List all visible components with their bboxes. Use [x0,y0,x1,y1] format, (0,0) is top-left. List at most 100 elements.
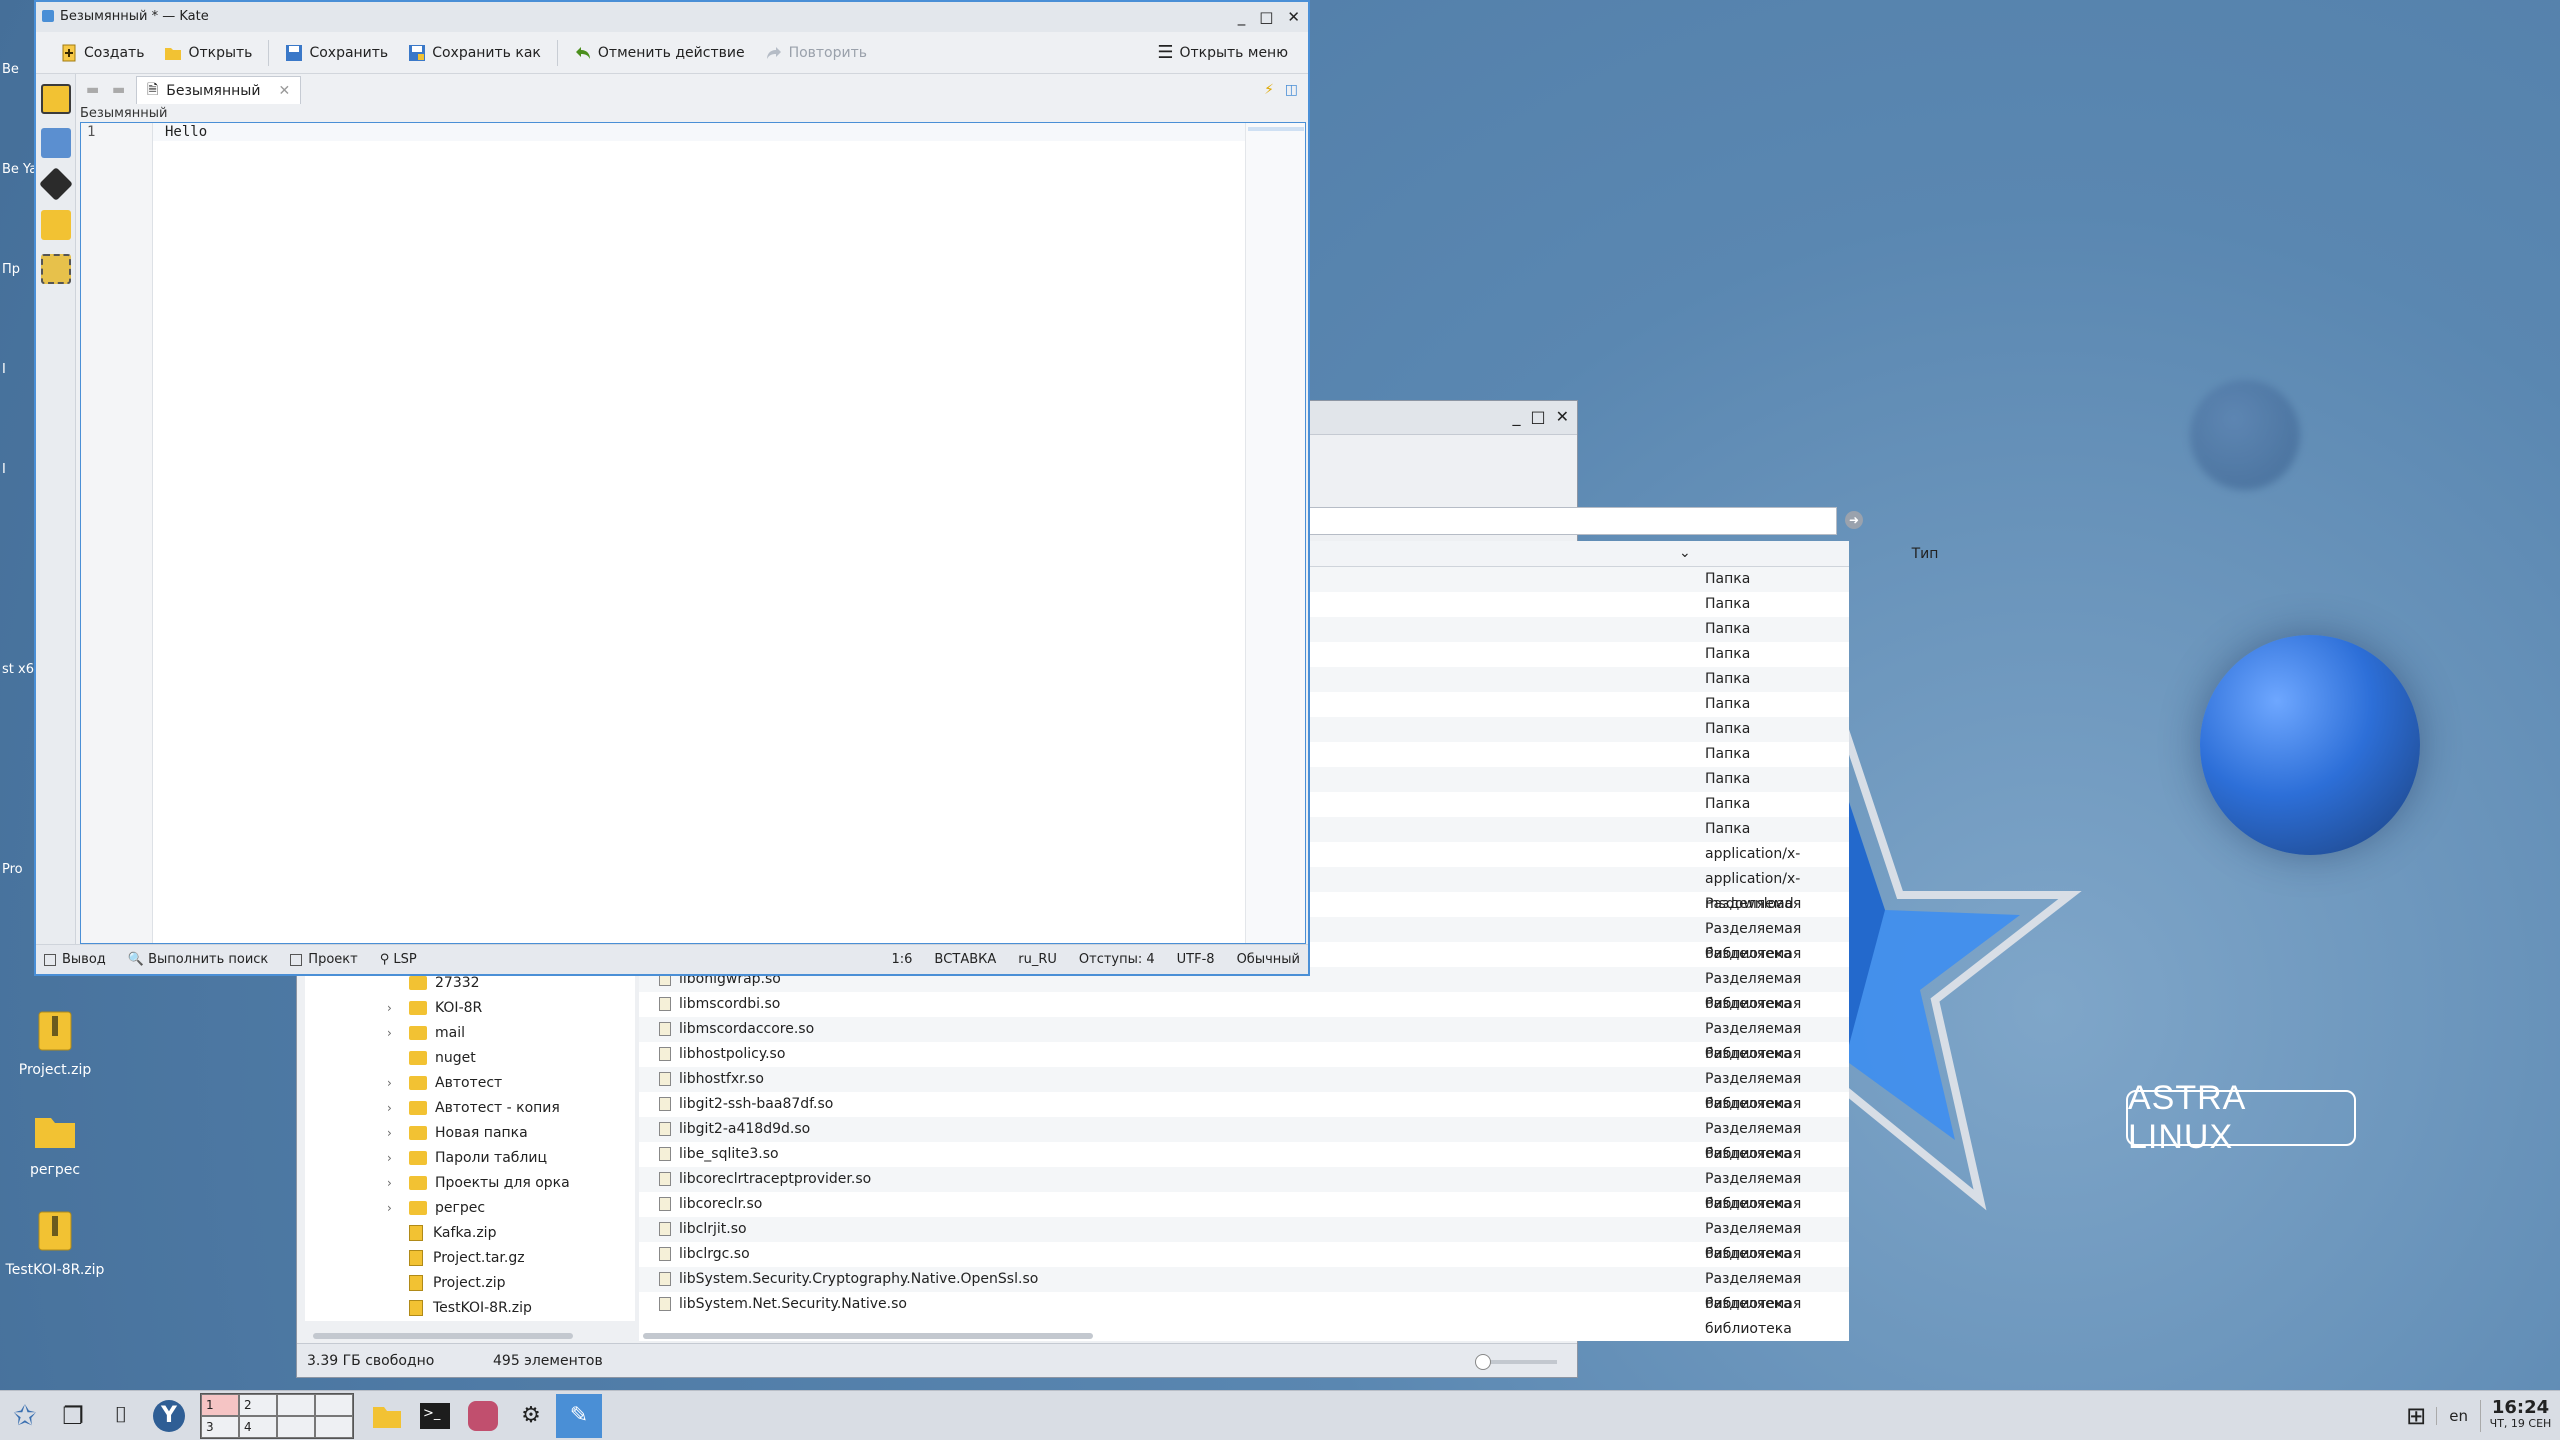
close-tab-icon[interactable]: ✕ [278,83,290,99]
tree-item[interactable]: › Новая папка [305,1121,635,1146]
maximize-icon[interactable]: □ [1530,407,1545,426]
tree-item[interactable]: › регрес [305,1196,635,1221]
editor-text-area[interactable]: 1 Hello [80,122,1306,944]
screenshot-button[interactable]: ⌷ [98,1394,144,1438]
workspace-empty[interactable] [277,1415,315,1438]
folder-tree[interactable]: 27332 › KOI-8R › mail nuget › Автотест › Автотест… [305,971,635,1321]
encoding-setting[interactable]: UTF-8 [1177,945,1215,975]
table-row[interactable]: libclrjit.so Разделяемая библиотека [639,1217,1849,1262]
save-button[interactable]: Сохранить [275,37,398,69]
tree-item[interactable]: › Автотест [305,1071,635,1096]
desktop-icon-project-zip[interactable]: Project.zip [0,1008,110,1078]
git-icon[interactable] [38,167,73,201]
workspace-empty[interactable] [277,1393,315,1416]
chevron-right-icon[interactable]: › [387,1146,392,1171]
close-icon[interactable]: ✕ [1556,407,1569,426]
code-line[interactable]: Hello [165,124,207,140]
tree-item[interactable]: › Пароли таблиц [305,1146,635,1171]
file-manager-taskbar-button[interactable] [364,1394,410,1438]
open-menu-button[interactable]: ☰ Открыть меню [1147,37,1298,69]
tools-icon[interactable] [40,254,71,284]
kate-titlebar[interactable]: Безымянный * — Kate _ □ ✕ [36,2,1308,32]
tree-item[interactable]: nuget [305,1046,635,1071]
table-row[interactable]: libgit2-a418d9d.so Разделяемая библиотека [639,1117,1849,1162]
table-row[interactable]: libmscordaccore.so Разделяемая библиотека [639,1017,1849,1062]
tree-item[interactable]: › KOI-8R [305,996,635,1021]
table-row[interactable]: libcoreclr.soРазделяемая библиотека [639,1192,1849,1237]
chevron-right-icon[interactable]: › [387,1021,392,1046]
chevron-right-icon[interactable]: › [387,996,392,1021]
undo-button[interactable]: Отменить действие [564,37,755,69]
terminal-taskbar-button[interactable]: >_ [412,1394,458,1438]
maximize-icon[interactable]: □ [1259,2,1273,32]
table-row[interactable]: libclrgc.soРазделяемая библиотека [639,1242,1849,1287]
workspace-pager[interactable]: 1 2 3 4 [200,1392,354,1439]
zoom-slider[interactable] [1475,1354,1557,1370]
tree-item[interactable]: Kafka.zip [305,1221,635,1246]
start-menu-button[interactable]: ✩ [2,1394,48,1438]
tree-item[interactable]: Project.zip [305,1271,635,1296]
workspace-4[interactable]: 4 [239,1415,277,1438]
tree-item[interactable]: TestKOI-8R.zip [305,1296,635,1321]
apps-grid-icon[interactable]: ⊞ [2396,1402,2436,1430]
save-as-button[interactable]: Сохранить как [398,37,551,69]
split-view-icon[interactable]: ◫ [1285,82,1298,98]
quick-open-icon[interactable]: ⚡ [1264,82,1274,98]
column-header-type[interactable]: Тип [1775,546,2075,562]
tab-scroll-left-icon[interactable]: ▬ [86,82,99,98]
minimize-icon[interactable]: _ [1238,2,1246,32]
tab-untitled[interactable]: 🗎 Безымянный ✕ [136,76,302,104]
documents-icon[interactable] [40,84,71,114]
project-button[interactable]: Проект [290,945,358,975]
cursor-position[interactable]: 1:6 [891,945,912,975]
minimize-icon[interactable]: _ [1512,407,1520,426]
new-button[interactable]: Создать [50,37,154,69]
tree-item[interactable]: › mail [305,1021,635,1046]
desktop-icon-regres[interactable]: регрес [0,1108,110,1178]
chevron-right-icon[interactable]: › [387,1096,392,1121]
output-button[interactable]: Вывод [44,945,106,975]
tab-scroll-right-icon[interactable]: ▬ [112,82,125,98]
input-mode[interactable]: ВСТАВКА [934,945,996,975]
filesystem-browser-icon[interactable] [40,210,71,240]
table-row[interactable]: libmscordbi.soРазделяемая библиотека [639,992,1849,1037]
media-taskbar-button[interactable] [460,1394,506,1438]
tree-horizontal-scrollbar[interactable] [313,1333,573,1339]
chevron-down-icon[interactable]: ⌄ [1679,545,1691,561]
workspace-empty[interactable] [315,1393,353,1416]
tools-taskbar-button[interactable]: ⚙ [508,1394,554,1438]
projects-icon[interactable] [40,128,71,158]
go-icon[interactable]: ➜ [1845,511,1863,529]
keyboard-layout[interactable]: en [2436,1406,2480,1425]
tree-item[interactable]: › Проекты для орка [305,1171,635,1196]
clock[interactable]: 16:24 ЧТ, 19 СЕН [2480,1398,2560,1432]
tree-item[interactable]: Project.tar.gz [305,1246,635,1271]
chevron-right-icon[interactable]: › [387,1121,392,1146]
workspace-3[interactable]: 3 [201,1415,239,1438]
table-row[interactable]: libhostpolicy.soРазделяемая библиотека [639,1042,1849,1087]
list-horizontal-scrollbar[interactable] [643,1333,1093,1339]
table-row[interactable]: libgit2-ssh-baa87df.soРазделяемая библио… [639,1092,1849,1137]
kate-window[interactable]: Безымянный * — Kate _ □ ✕ Создать Открыт… [34,0,1310,976]
address-bar[interactable] [1297,507,1837,535]
workspace-2[interactable]: 2 [239,1393,277,1416]
indentation-setting[interactable]: Отступы: 4 [1079,945,1155,975]
kate-taskbar-button[interactable]: ✎ [556,1393,602,1438]
show-windows-button[interactable]: ❐ [50,1394,96,1438]
chevron-right-icon[interactable]: › [387,1171,392,1196]
close-icon[interactable]: ✕ [1287,2,1300,32]
chevron-right-icon[interactable]: › [387,1196,392,1221]
breadcrumb[interactable]: Безымянный [80,106,167,121]
table-row[interactable]: libhostfxr.so Разделяемая библиотека [639,1067,1849,1112]
chevron-right-icon[interactable]: › [387,1071,392,1096]
yandex-browser-button[interactable]: Y [146,1394,192,1438]
workspace-1[interactable]: 1 [201,1393,239,1416]
redo-button[interactable]: Повторить [755,37,877,69]
table-row[interactable]: libcoreclrtraceptprovider.so Разделяемая … [639,1167,1849,1212]
search-button[interactable]: 🔍 Выполнить поиск [128,945,269,975]
workspace-empty[interactable] [315,1415,353,1438]
table-row[interactable]: libSystem.Net.Security.Native.so Разделяе… [639,1292,1849,1337]
desktop-icon-testkoi-zip[interactable]: TestKOI-8R.zip [0,1208,110,1278]
lsp-button[interactable]: ⚲ LSP [380,945,417,975]
tree-item[interactable]: › Автотест - копия [305,1096,635,1121]
